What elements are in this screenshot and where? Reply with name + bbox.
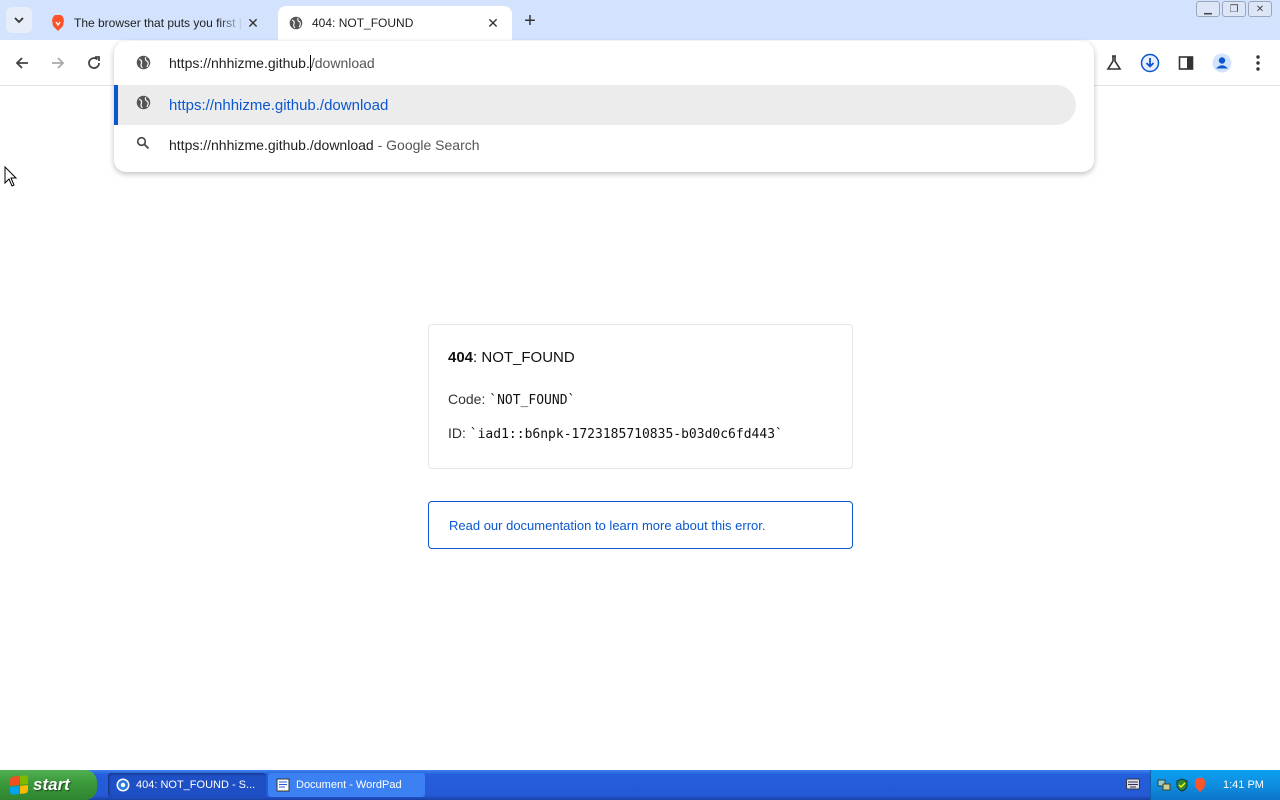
suggestion-query: https://nhhizme.github./download [169, 137, 374, 153]
keyboard-icon[interactable] [1126, 778, 1140, 790]
taskbar-item-label: 404: NOT_FOUND - S... [136, 779, 256, 791]
suggestion-search-text: https://nhhizme.github./download - Googl… [169, 137, 480, 153]
error-panel: 404: NOT_FOUND Code: `NOT_FOUND` ID: `ia… [428, 324, 853, 469]
reload-icon [88, 56, 100, 69]
brave-lion-icon[interactable] [1193, 778, 1207, 792]
menu-button[interactable] [1245, 50, 1271, 76]
chevron-down-icon [14, 17, 24, 24]
system-tray: 1:41 PM [1150, 770, 1280, 800]
address-autocomplete-text: /download [310, 55, 375, 71]
side-panel-button[interactable] [1173, 50, 1199, 76]
download-icon [1140, 53, 1160, 73]
globe-icon [288, 15, 304, 31]
address-bar[interactable]: https://nhhizme.github./download [114, 41, 1094, 85]
back-button[interactable] [9, 50, 35, 76]
tab-title: The browser that puts you first | Brave [74, 16, 244, 30]
error-id-line: ID: `iad1::b6npk-1723185710835-b03d0c6fd… [448, 425, 783, 442]
network-icon[interactable] [1157, 778, 1171, 792]
close-icon[interactable]: ✕ [484, 14, 502, 32]
omnibox-suggestion[interactable]: https://nhhizme.github./download [114, 85, 1076, 125]
arrow-left-icon [15, 57, 28, 69]
profile-button[interactable] [1209, 50, 1235, 76]
globe-icon [136, 95, 151, 115]
omnibox-suggestion[interactable]: https://nhhizme.github./download - Googl… [114, 125, 1076, 165]
downloads-button[interactable] [1137, 50, 1163, 76]
id-value: `iad1::b6npk-1723185710835-b03d0c6fd443` [469, 427, 783, 442]
address-typed-text: https://nhhizme.github. [169, 55, 310, 71]
tab-brave[interactable]: The browser that puts you first | Brave … [40, 6, 272, 40]
start-label: start [33, 775, 70, 794]
close-window-button[interactable]: ✕ [1248, 1, 1272, 17]
code-label: Code: [448, 391, 490, 407]
reload-button[interactable] [81, 50, 107, 76]
window-controls: ▁ ❐ ✕ [1196, 1, 1272, 17]
error-heading: 404: NOT_FOUND [448, 349, 575, 366]
avatar-icon [1212, 53, 1232, 73]
labs-button[interactable] [1101, 50, 1127, 76]
taskbar: start 404: NOT_FOUND - S... Document - W… [0, 770, 1280, 800]
close-icon[interactable]: ✕ [244, 14, 262, 32]
globe-icon [136, 55, 151, 75]
restore-button[interactable]: ❐ [1222, 1, 1246, 17]
security-shield-icon[interactable] [1175, 778, 1189, 792]
flask-icon [1106, 55, 1122, 70]
minimize-button[interactable]: ▁ [1196, 1, 1220, 17]
start-button[interactable]: start [0, 770, 97, 800]
suggestion-suffix: - Google Search [373, 137, 480, 153]
address-text[interactable]: https://nhhizme.github./download [169, 55, 375, 71]
search-icon [136, 136, 150, 155]
tab-strip: The browser that puts you first | Brave … [0, 0, 1280, 40]
more-vert-icon [1256, 55, 1260, 71]
tab-404[interactable]: 404: NOT_FOUND ✕ [278, 6, 512, 40]
taskbar-item-browser[interactable]: 404: NOT_FOUND - S... [108, 773, 266, 797]
code-value: `NOT_FOUND` [489, 393, 576, 408]
arrow-right-icon [52, 57, 65, 69]
windows-logo-icon [10, 775, 28, 795]
wordpad-icon [276, 778, 290, 792]
forward-button[interactable] [45, 50, 71, 76]
documentation-link[interactable]: Read our documentation to learn more abo… [428, 501, 853, 549]
clock: 1:41 PM [1223, 779, 1264, 791]
tab-search-button[interactable] [6, 7, 32, 33]
taskbar-item-wordpad[interactable]: Document - WordPad [268, 773, 425, 797]
browser-icon [116, 778, 130, 792]
brave-lion-icon [50, 15, 66, 31]
new-tab-button[interactable]: + [518, 9, 542, 33]
side-panel-icon [1178, 56, 1194, 70]
error-code: 404 [448, 349, 474, 366]
suggestion-url: https://nhhizme.github./download [169, 96, 389, 114]
tab-title: 404: NOT_FOUND [312, 16, 414, 30]
error-code-line: Code: `NOT_FOUND` [448, 391, 575, 408]
taskbar-item-label: Document - WordPad [296, 779, 402, 791]
id-label: ID: [448, 425, 470, 441]
error-name: : NOT_FOUND [473, 349, 575, 366]
omnibox-dropdown: https://nhhizme.github./download https:/… [114, 41, 1094, 172]
mouse-cursor-icon [4, 166, 18, 187]
